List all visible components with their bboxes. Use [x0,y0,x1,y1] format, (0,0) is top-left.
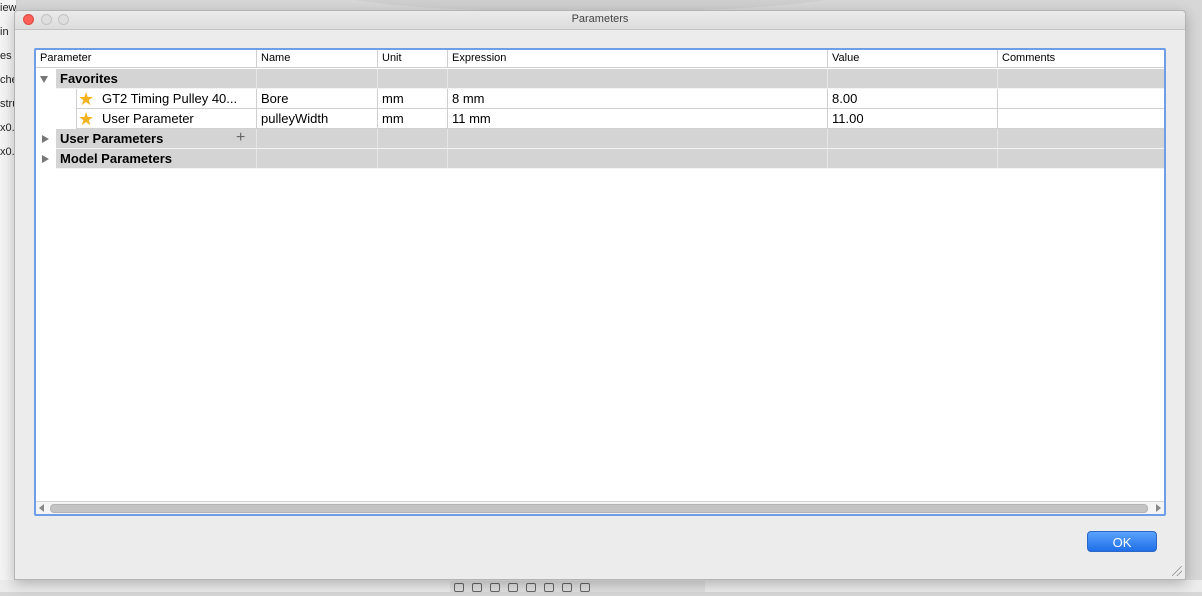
add-user-parameter-icon[interactable]: + [236,129,245,147]
scroll-right-icon[interactable] [1156,504,1161,512]
disclosure-triangle-icon[interactable] [42,155,49,163]
fit-icon[interactable] [526,583,536,592]
horizontal-scrollbar[interactable] [36,501,1164,514]
table-row[interactable]: ★ GT2 Timing Pulley 40... Bore mm 8 mm 8… [36,89,1164,109]
orbit-icon[interactable] [454,583,464,592]
parameter-cell: User Parameter [98,109,257,129]
ok-button[interactable]: OK [1087,531,1157,552]
name-cell[interactable]: pulleyWidth [257,109,378,129]
column-header-parameter[interactable]: Parameter [36,50,257,67]
parameters-table[interactable]: Parameter Name Unit Expression Value Com… [34,48,1166,516]
scrollbar-thumb[interactable] [50,504,1148,513]
zoom-icon[interactable] [508,583,518,592]
viewports-icon[interactable] [580,583,590,592]
unit-cell[interactable]: mm [378,89,448,109]
title-bar[interactable]: Parameters [15,11,1185,30]
window-title: Parameters [571,13,629,25]
pan-icon[interactable] [472,583,482,592]
parameter-cell: GT2 Timing Pulley 40... [98,89,257,109]
expression-cell[interactable]: 8 mm [448,89,828,109]
value-cell: 11.00 [828,109,998,129]
grid-icon[interactable] [562,583,572,592]
value-cell: 8.00 [828,89,998,109]
scroll-left-icon[interactable] [39,504,44,512]
unit-cell[interactable]: mm [378,109,448,129]
column-header-name[interactable]: Name [257,50,378,67]
column-header-unit[interactable]: Unit [378,50,448,67]
favorite-star-icon[interactable]: ★ [78,109,94,129]
table-header: Parameter Name Unit Expression Value Com… [36,50,1164,68]
name-cell[interactable]: Bore [257,89,378,109]
display-icon[interactable] [544,583,554,592]
comments-cell[interactable] [998,109,1164,129]
expression-cell[interactable]: 11 mm [448,109,828,129]
group-row-favorites[interactable]: Favorites [36,69,1164,89]
hand-icon[interactable] [490,583,500,592]
group-label: Favorites [56,69,257,89]
group-label: User Parameters [56,129,257,149]
group-row-model-parameters[interactable]: Model Parameters [36,149,1164,169]
favorite-star-icon[interactable]: ★ [78,89,94,109]
disclosure-triangle-icon[interactable] [42,135,49,143]
resize-grip-icon[interactable] [1172,566,1182,576]
parameters-dialog: Parameters Parameter Name Unit Expressio… [14,10,1186,580]
column-header-comments[interactable]: Comments [998,50,1164,67]
column-header-value[interactable]: Value [828,50,998,67]
comments-cell[interactable] [998,89,1164,109]
column-header-expression[interactable]: Expression [448,50,828,67]
group-row-user-parameters[interactable]: User Parameters + [36,129,1164,149]
group-label: Model Parameters [56,149,257,169]
disclosure-triangle-icon[interactable] [40,76,48,83]
table-row[interactable]: ★ User Parameter pulleyWidth mm 11 mm 11… [36,109,1164,129]
background-nav-toolbar [450,581,705,592]
